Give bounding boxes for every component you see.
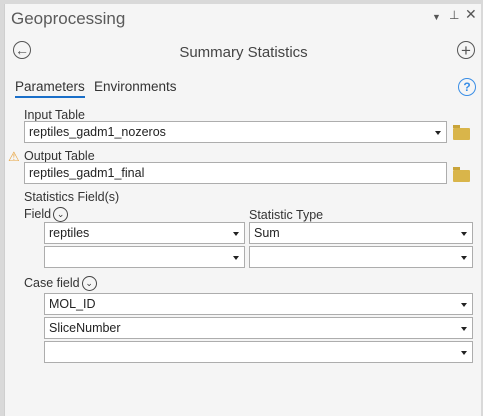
statistics-fields-label: Statistics Field(s) bbox=[24, 190, 120, 204]
input-table-dropdown[interactable]: reptiles_gadm1_nozeros bbox=[24, 121, 447, 143]
stat-type-dropdown[interactable] bbox=[249, 246, 473, 268]
case-field-label: Case field ⌄ bbox=[24, 276, 97, 292]
stat-type-dropdown[interactable]: Sum bbox=[249, 222, 473, 244]
input-table-label: Input Table bbox=[24, 108, 85, 122]
case-field-text: Case field bbox=[24, 276, 80, 290]
tool-title: Summary Statistics bbox=[179, 44, 308, 61]
field-header: Field ⌄ bbox=[24, 207, 69, 223]
help-icon[interactable]: ? bbox=[458, 78, 476, 96]
pane-menu-icon[interactable]: ▼ bbox=[432, 12, 441, 22]
output-folder-icon[interactable] bbox=[453, 167, 470, 182]
tab-parameters[interactable]: Parameters bbox=[15, 79, 85, 98]
pin-icon[interactable]: ⊥ bbox=[449, 8, 459, 22]
stat-field-value: reptiles bbox=[49, 226, 90, 240]
stat-field-dropdown[interactable]: reptiles bbox=[44, 222, 245, 244]
add-icon[interactable]: + bbox=[457, 41, 475, 59]
chevron-down-icon[interactable]: ⌄ bbox=[81, 276, 97, 292]
warning-icon: ⚠ bbox=[8, 149, 20, 164]
output-table-value: reptiles_gadm1_final bbox=[29, 166, 145, 180]
stat-type-value: Sum bbox=[254, 226, 280, 240]
pane-title: Geoprocessing bbox=[11, 9, 126, 28]
case-field-dropdown[interactable]: MOL_ID bbox=[44, 293, 473, 315]
close-icon[interactable]: ✕ bbox=[465, 6, 477, 23]
geoprocessing-pane: Geoprocessing ▼ ⊥ ✕ ← Summary Statistics… bbox=[4, 4, 481, 416]
case-field-dropdown[interactable]: SliceNumber bbox=[44, 317, 473, 339]
input-folder-icon[interactable] bbox=[453, 125, 470, 140]
case-field-dropdown[interactable] bbox=[44, 341, 473, 363]
output-table-input[interactable]: reptiles_gadm1_final bbox=[24, 162, 447, 184]
case-field-value: SliceNumber bbox=[49, 321, 121, 335]
tab-environments[interactable]: Environments bbox=[94, 79, 177, 94]
stat-field-dropdown[interactable] bbox=[44, 246, 245, 268]
field-header-text: Field bbox=[24, 207, 52, 221]
input-table-value: reptiles_gadm1_nozeros bbox=[29, 125, 166, 139]
chevron-down-icon[interactable]: ⌄ bbox=[53, 207, 69, 223]
case-field-value: MOL_ID bbox=[49, 297, 96, 311]
output-table-label: Output Table bbox=[24, 149, 95, 163]
statistic-type-header: Statistic Type bbox=[249, 208, 324, 222]
